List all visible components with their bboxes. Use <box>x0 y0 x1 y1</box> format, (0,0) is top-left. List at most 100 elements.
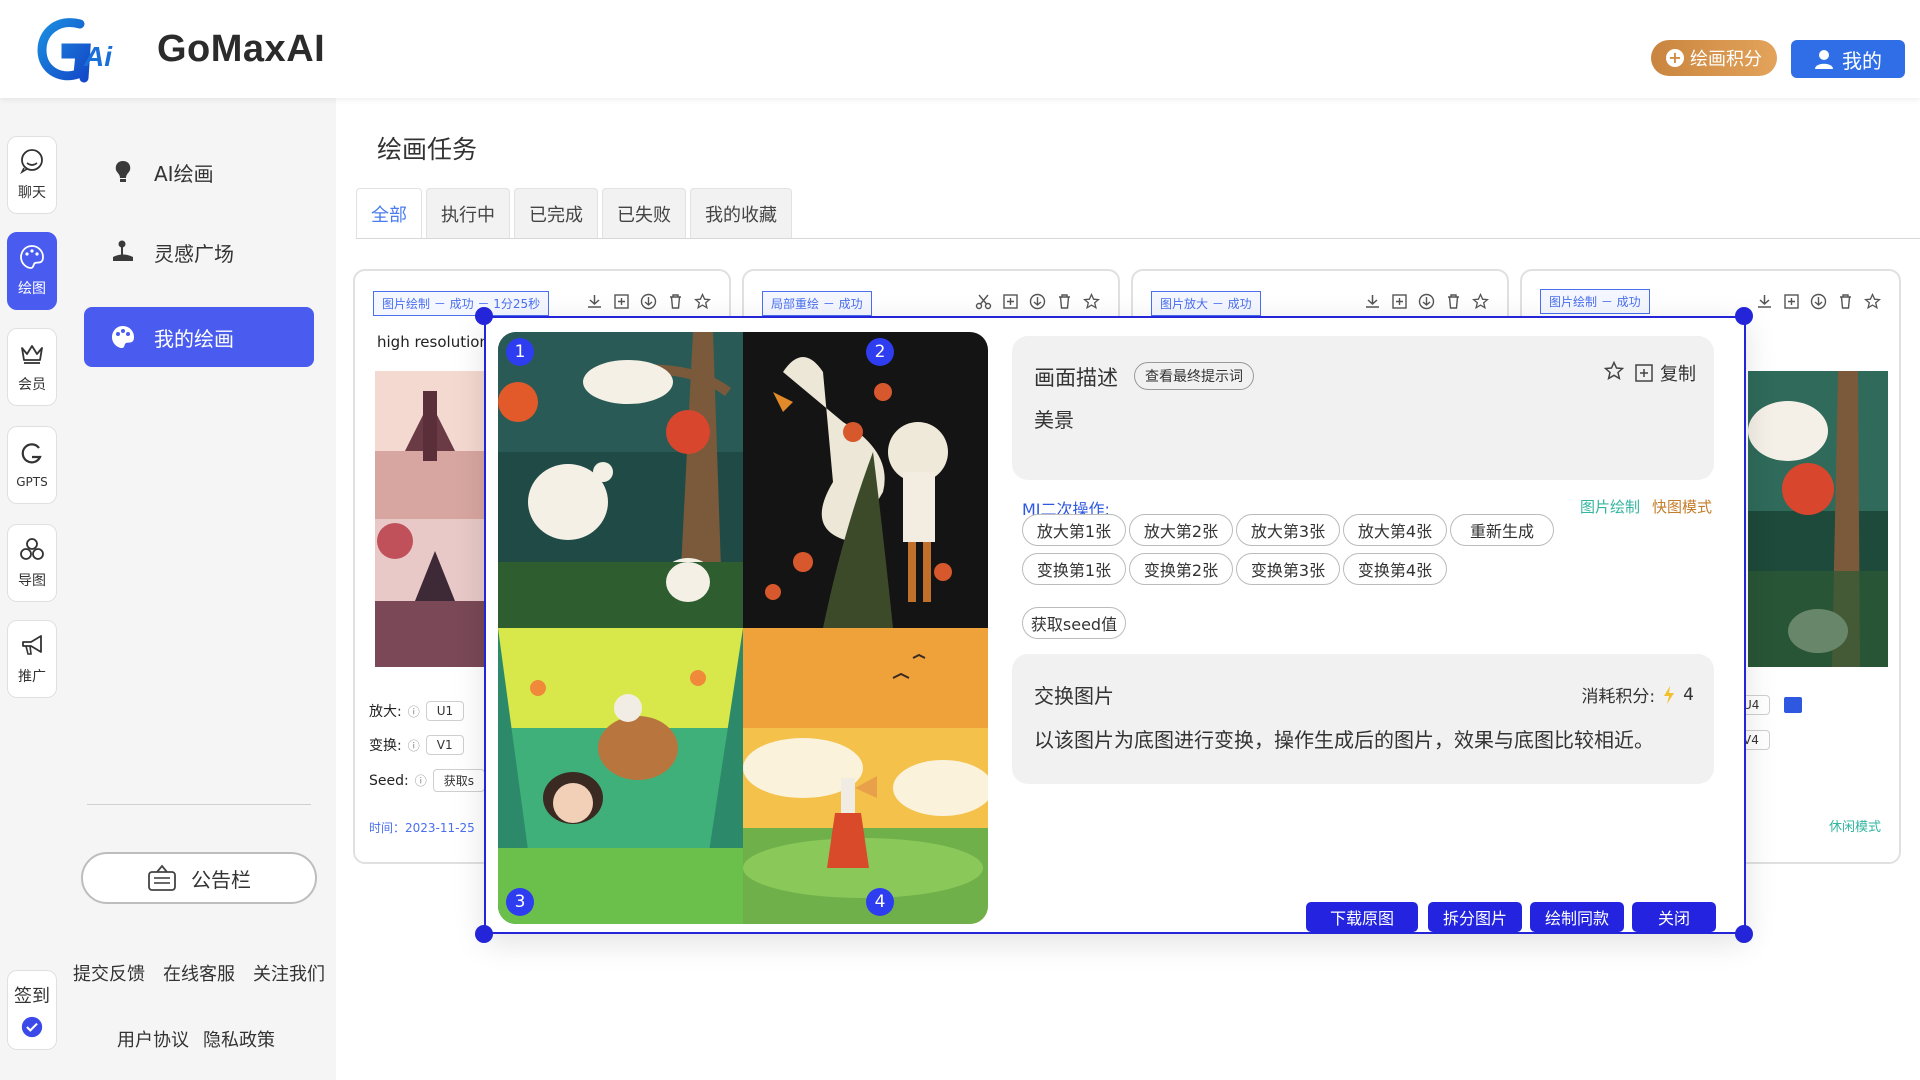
lightning-icon <box>1664 685 1675 704</box>
star-icon[interactable] <box>1082 292 1101 310</box>
star-icon[interactable] <box>693 292 712 310</box>
vary-3-button[interactable]: 变换第3张 <box>1236 553 1340 585</box>
card-toolbar <box>1756 292 1882 310</box>
download-icon[interactable] <box>586 293 603 310</box>
card-toolbar <box>586 292 712 310</box>
seed-row: Seed: ⓘ 获取s <box>369 769 485 792</box>
checkin-label: 签到 <box>14 986 50 1007</box>
delete-icon[interactable] <box>1056 293 1073 310</box>
vary-1-button[interactable]: 变换第1张 <box>1022 553 1126 585</box>
notice-board-button[interactable]: 公告栏 <box>81 852 317 904</box>
brand-name: GoMaxAI <box>157 28 326 70</box>
star-icon[interactable] <box>1603 360 1625 386</box>
selection-handle[interactable] <box>1735 307 1753 325</box>
card-thumbnail[interactable] <box>1748 371 1888 667</box>
mine-button[interactable]: 我的 <box>1791 40 1905 78</box>
vary-label: 变换: <box>369 738 402 754</box>
lightbulb-icon <box>115 161 131 182</box>
scissors-icon[interactable] <box>975 293 992 310</box>
expand-icon[interactable] <box>1391 293 1408 310</box>
swap-title: 交换图片 <box>1034 684 1114 708</box>
rail-label: 聊天 <box>18 185 46 201</box>
cost-display: 消耗积分: 4 <box>1581 682 1694 708</box>
sidebar-item-inspiration[interactable]: 灵感广场 <box>84 222 314 282</box>
vary-4-button[interactable]: 变换第4张 <box>1343 553 1447 585</box>
expand-icon[interactable] <box>1783 293 1800 310</box>
feedback-link[interactable]: 提交反馈 <box>73 960 145 986</box>
points-button[interactable]: + 绘画积分 <box>1651 40 1777 76</box>
save-icon[interactable] <box>1418 293 1435 310</box>
copy-button[interactable]: 复制 <box>1634 360 1696 386</box>
delete-icon[interactable] <box>1837 293 1854 310</box>
image-tile-1[interactable] <box>498 332 743 628</box>
v1-button[interactable]: V1 <box>425 735 464 755</box>
image-grid[interactable]: 1 2 3 4 <box>498 332 988 924</box>
download-original-button[interactable]: 下载原图 <box>1306 902 1418 932</box>
vary-2-button[interactable]: 变换第2张 <box>1129 553 1233 585</box>
save-icon[interactable] <box>1029 293 1046 310</box>
image-tile-4[interactable] <box>743 628 988 924</box>
rail-label: 会员 <box>18 377 46 393</box>
upscale-4-button[interactable]: 放大第4张 <box>1343 514 1447 546</box>
download-icon[interactable] <box>1364 293 1381 310</box>
top-header: Ai GoMaxAI + 绘画积分 我的 <box>0 0 1920 98</box>
check-circle-icon <box>21 1016 43 1038</box>
support-link[interactable]: 在线客服 <box>163 960 235 986</box>
tab-failed[interactable]: 已失败 <box>602 188 686 238</box>
megaphone-icon <box>22 635 42 655</box>
rail-item-promote[interactable]: 推广 <box>7 620 57 698</box>
image-tile-3[interactable] <box>498 628 743 924</box>
seed-label: Seed: <box>369 772 409 789</box>
rail-item-mindmap[interactable]: 导图 <box>7 524 57 602</box>
tab-running[interactable]: 执行中 <box>426 188 510 238</box>
zoom-label: 放大: <box>369 704 402 720</box>
privacy-link[interactable]: 隐私政策 <box>203 1026 275 1052</box>
upscale-1-button[interactable]: 放大第1张 <box>1022 514 1126 546</box>
rail-item-member[interactable]: 会员 <box>7 328 57 406</box>
card-toolbar <box>1364 292 1490 310</box>
tab-done[interactable]: 已完成 <box>514 188 598 238</box>
card-thumbnail[interactable] <box>375 371 485 667</box>
tab-favorites[interactable]: 我的收藏 <box>690 188 792 238</box>
refresh-icon[interactable] <box>1784 697 1803 713</box>
checkin-button[interactable]: 签到 <box>7 970 57 1050</box>
swap-image-panel: 交换图片 消耗积分: 4 以该图片为底图进行变换，操作生成后的图片，效果与底图比… <box>1012 654 1714 784</box>
draw-similar-button[interactable]: 绘制同款 <box>1530 902 1624 932</box>
view-prompt-button[interactable]: 查看最终提示词 <box>1134 362 1254 390</box>
rail-item-gpts[interactable]: GPTS <box>7 426 57 504</box>
rail-item-chat[interactable]: 聊天 <box>7 136 57 214</box>
star-icon[interactable] <box>1471 292 1490 310</box>
plus-icon: + <box>1666 49 1684 67</box>
star-icon[interactable] <box>1863 292 1882 310</box>
split-image-button[interactable]: 拆分图片 <box>1428 902 1522 932</box>
expand-icon[interactable] <box>1002 293 1019 310</box>
selection-handle[interactable] <box>475 925 493 943</box>
expand-icon[interactable] <box>613 293 630 310</box>
upscale-3-button[interactable]: 放大第3张 <box>1236 514 1340 546</box>
rail-label: 推广 <box>18 669 46 685</box>
save-icon[interactable] <box>640 293 657 310</box>
delete-icon[interactable] <box>1445 293 1462 310</box>
user-agreement-link[interactable]: 用户协议 <box>117 1026 189 1052</box>
palette-icon <box>112 326 134 348</box>
rail-item-draw[interactable]: 绘图 <box>7 232 57 310</box>
upscale-2-button[interactable]: 放大第2张 <box>1129 514 1233 546</box>
save-icon[interactable] <box>1810 293 1827 310</box>
u1-button[interactable]: U1 <box>425 701 465 721</box>
download-icon[interactable] <box>1756 293 1773 310</box>
get-seed-button[interactable]: 获取seed值 <box>1022 607 1126 639</box>
selection-handle[interactable] <box>1735 925 1753 943</box>
draw-type-tag: 图片绘制 <box>1580 498 1641 516</box>
delete-icon[interactable] <box>667 293 684 310</box>
points-label: 绘画积分 <box>1690 49 1762 70</box>
selection-handle[interactable] <box>475 307 493 325</box>
image-tile-2[interactable] <box>743 332 988 628</box>
tab-all[interactable]: 全部 <box>356 188 422 238</box>
logo-icon: Ai <box>37 18 113 83</box>
sidebar-item-ai-draw[interactable]: AI绘画 <box>84 142 314 202</box>
regenerate-button[interactable]: 重新生成 <box>1450 514 1554 546</box>
close-button[interactable]: 关闭 <box>1632 902 1716 932</box>
sidebar-item-my-drawings[interactable]: 我的绘画 <box>84 307 314 367</box>
seed-button[interactable]: 获取s <box>432 769 485 792</box>
follow-link[interactable]: 关注我们 <box>253 960 325 986</box>
